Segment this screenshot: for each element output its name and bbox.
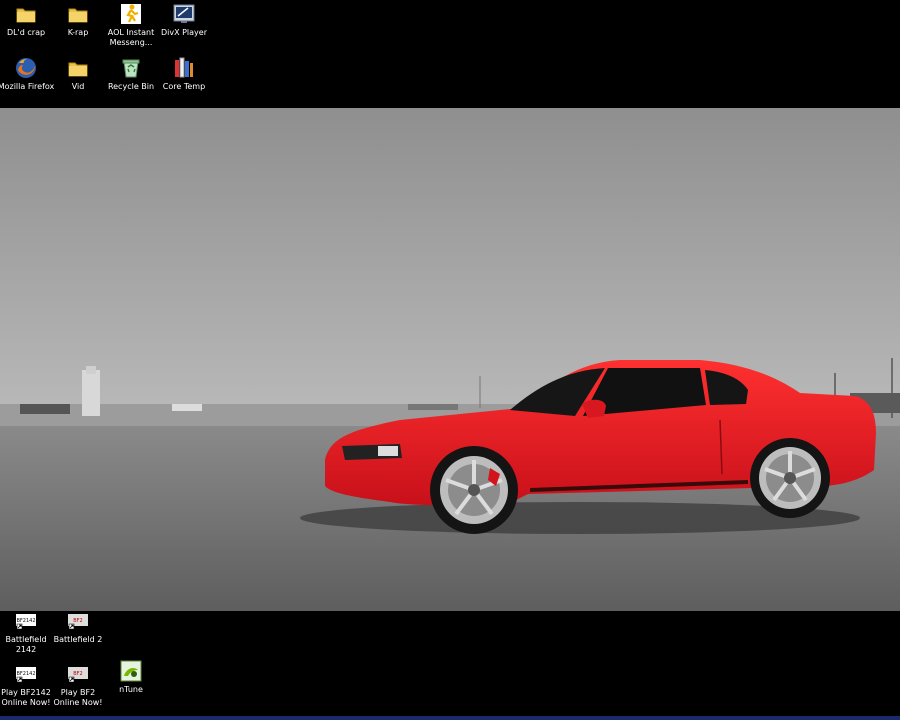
- battlefield-2142-shortcut-icon: BF2142: [15, 610, 37, 632]
- desktop-icon-label: K-rap: [67, 28, 89, 37]
- desktop-icon-k-rap[interactable]: K-rap: [48, 3, 108, 38]
- desktop-icon-label: Battlefield 2: [53, 635, 103, 644]
- desktop: DL'd crap K-rap AOL Instant Messeng... D…: [0, 0, 900, 720]
- desktop-icon-vid[interactable]: Vid: [48, 57, 108, 92]
- desktop-icon-label: Play BF2 Online Now!: [53, 688, 103, 707]
- svg-text:BF2: BF2: [73, 618, 83, 624]
- desktop-icon-label: Recycle Bin: [107, 82, 155, 91]
- desktop-icon-recycle-bin[interactable]: Recycle Bin: [101, 57, 161, 92]
- desktop-icon-ntune[interactable]: nTune: [101, 660, 161, 695]
- play-bf2-shortcut-icon: BF2: [67, 663, 89, 685]
- desktop-icon-label: nTune: [119, 685, 143, 694]
- desktop-icon-label: AOL Instant Messeng...: [107, 28, 155, 47]
- divx-player-icon: [173, 3, 195, 25]
- core-temp-icon: [173, 57, 195, 79]
- desktop-icon-play-bf2-online[interactable]: BF2 Play BF2 Online Now!: [48, 663, 108, 708]
- firefox-icon: [15, 57, 37, 79]
- recycle-bin-icon: [120, 57, 142, 79]
- svg-text:BF2142: BF2142: [16, 618, 35, 624]
- desktop-icon-label: Vid: [71, 82, 85, 91]
- folder-icon: [15, 3, 37, 25]
- play-bf2142-shortcut-icon: BF2142: [15, 663, 37, 685]
- desktop-icon-battlefield-2[interactable]: BF2 Battlefield 2: [48, 610, 108, 645]
- ntune-icon: [120, 660, 142, 682]
- aim-running-man-icon: [120, 3, 142, 25]
- desktop-icon-aol-instant-messenger[interactable]: AOL Instant Messeng...: [101, 3, 161, 48]
- svg-text:BF2142: BF2142: [16, 671, 35, 677]
- wallpaper-red-mustang-image: [0, 108, 900, 611]
- battlefield-2-shortcut-icon: BF2: [67, 610, 89, 632]
- taskbar-edge: [0, 716, 900, 720]
- desktop-icon-label: DivX Player: [160, 28, 208, 37]
- desktop-icon-core-temp[interactable]: Core Temp: [154, 57, 214, 92]
- svg-text:BF2: BF2: [73, 671, 83, 677]
- desktop-icon-label: Core Temp: [162, 82, 206, 91]
- desktop-icon-divx-player[interactable]: DivX Player: [154, 3, 214, 38]
- folder-icon: [67, 3, 89, 25]
- folder-icon: [67, 57, 89, 79]
